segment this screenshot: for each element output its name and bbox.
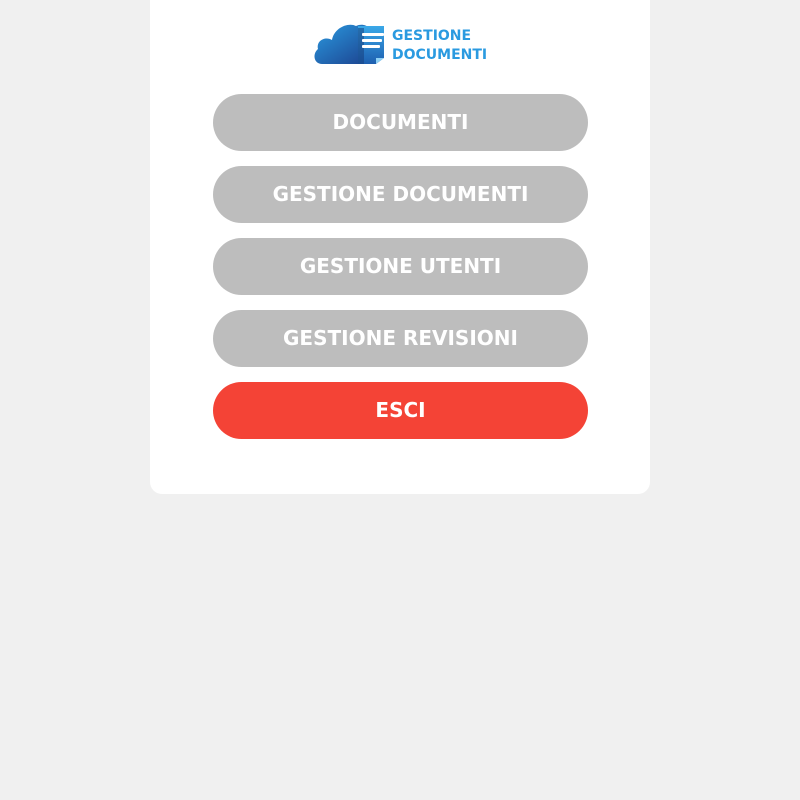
logo-text-line1: GESTIONE [392, 28, 472, 44]
app-logo: GESTIONE DOCUMENTI [312, 20, 492, 76]
logo-text: GESTIONE DOCUMENTI [392, 27, 487, 65]
gestione-documenti-button[interactable]: GESTIONE DOCUMENTI [213, 166, 588, 223]
logo-text-line2: DOCUMENTI [392, 47, 488, 63]
main-menu: DOCUMENTI GESTIONE DOCUMENTI GESTIONE UT… [213, 94, 588, 454]
exit-button[interactable]: ESCI [213, 382, 588, 439]
gestione-revisioni-button[interactable]: GESTIONE REVISIONI [213, 310, 588, 367]
gestione-utenti-button[interactable]: GESTIONE UTENTI [213, 238, 588, 295]
documenti-button[interactable]: DOCUMENTI [213, 94, 588, 151]
menu-card: GESTIONE DOCUMENTI DOCUMENTI GESTIONE DO… [150, 0, 650, 494]
cloud-document-icon [314, 24, 384, 64]
